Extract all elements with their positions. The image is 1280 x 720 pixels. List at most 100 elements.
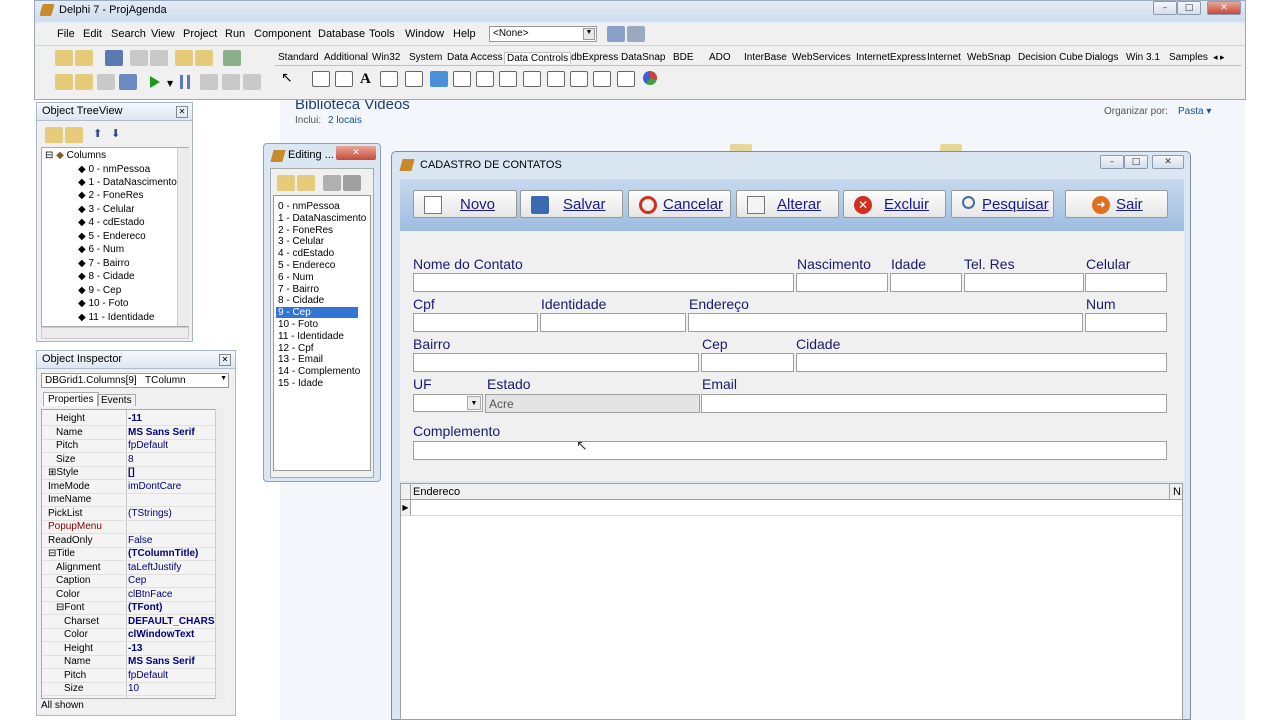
property-value[interactable]: (TColumnTitle) [128,548,220,559]
uf-combobox[interactable]: ▼ [413,394,483,412]
property-value[interactable]: clWindowText [128,629,220,640]
property-row[interactable]: PopupMenu [42,521,218,534]
list-item[interactable]: 11 - Identidade [276,331,358,342]
new-icon[interactable] [55,50,73,66]
property-value[interactable]: (TFont) [128,602,220,613]
palette-tab[interactable]: WebSnap [967,52,1011,63]
tree-item[interactable]: ◆ 5 - Endereco [78,231,146,242]
tree-item[interactable]: ◆ 8 - Cidade [78,271,135,282]
bairro-field[interactable] [413,353,699,372]
tree-root[interactable]: ⊟ ◆ Columns [45,150,106,161]
list-item[interactable]: 6 - Num [276,272,358,283]
palette-tab[interactable]: System [409,52,442,63]
save-all-icon[interactable] [130,50,148,66]
property-row[interactable]: Charset DEFAULT_CHARS [42,616,218,629]
menu-help[interactable]: Help [453,28,476,40]
property-row[interactable]: Height -11 [42,413,218,426]
list-item[interactable]: 0 - nmPessoa [276,201,358,212]
chevron-down-icon[interactable]: ▼ [467,396,481,410]
tree-item[interactable]: ◆ 4 - cdEstado [78,217,145,228]
menu-tools[interactable]: Tools [369,28,395,40]
palette-tab[interactable]: Additional [324,52,368,63]
property-value[interactable]: False [128,535,220,546]
property-row[interactable]: ⊞Style [] [42,467,218,480]
telres-field[interactable] [964,273,1084,292]
palette-tab[interactable]: Dialogs [1085,52,1118,63]
desktop-combo[interactable]: <None> ▼ [489,26,597,42]
list-item[interactable]: 12 - Cpf [276,343,358,354]
property-value[interactable]: Cep [128,575,220,586]
trace-into-icon[interactable] [200,74,218,90]
property-row[interactable]: Pitch fpDefault [42,670,218,683]
palette-tab[interactable]: InternetExpress [856,52,926,63]
close-icon[interactable]: ✕ [219,354,231,366]
dbcombobox-icon[interactable] [476,71,494,87]
close-button[interactable]: ✕ [1152,155,1184,169]
property-row[interactable]: ImeName [42,494,218,507]
tree-item[interactable]: ◆ 1 - DataNascimento [78,177,177,188]
chevron-down-icon[interactable]: ▼ [220,375,227,382]
dbtext-icon[interactable]: A [360,71,371,88]
grid-column-header[interactable]: N [1173,486,1181,498]
property-row[interactable]: Alignment taLeftJustify [42,562,218,575]
palette-tab[interactable]: Samples [1169,52,1208,63]
palette-tab[interactable]: Data Access [447,52,503,63]
palette-tab[interactable]: Decision Cube [1018,52,1083,63]
property-value[interactable]: -13 [128,643,220,654]
palette-tab-active[interactable]: Data Controls [504,52,572,64]
property-value[interactable]: [] [128,467,220,478]
menu-window[interactable]: Window [405,28,444,40]
set-debug-desktop-icon[interactable] [627,26,645,42]
nome-field[interactable] [413,273,794,292]
novo-button[interactable]: Novo [413,190,517,218]
list-item[interactable]: 14 - Complemento [276,366,360,377]
tree-item[interactable]: ◆ 0 - nmPessoa [78,164,150,175]
dbctrlgrid-icon[interactable] [617,71,635,87]
palette-tab[interactable]: dbExpress [571,52,618,63]
menu-search[interactable]: Search [111,28,146,40]
property-value[interactable]: -11 [128,413,220,424]
list-item[interactable]: 4 - cdEstado [276,248,358,259]
property-value[interactable]: (TStrings) [128,508,220,519]
tree-item[interactable]: ◆ 10 - Foto [78,298,129,309]
palette-scroll-arrows[interactable]: ◂ ▸ [1213,52,1225,63]
delete-item-icon[interactable] [65,127,83,143]
list-item[interactable]: 3 - Celular [276,236,358,247]
tree-item[interactable]: ◆ 11 - Identidade [78,312,154,323]
cancelar-button[interactable]: Cancelar [628,190,731,218]
property-row[interactable]: Height -13 [42,643,218,656]
treeview-scrollbar[interactable] [177,148,189,326]
nascimento-field[interactable] [796,273,888,292]
list-item[interactable]: 5 - Endereco [276,260,358,271]
tree-item[interactable]: ◆ 3 - Celular [78,204,135,215]
contacts-grid[interactable]: Endereco N ▶ [400,483,1183,720]
property-value[interactable]: taLeftJustify [128,562,220,573]
palette-tab[interactable]: Standard [278,52,319,63]
view-form-icon[interactable] [75,74,93,90]
menu-component[interactable]: Component [254,28,311,40]
list-item[interactable]: 15 - Idade [276,378,358,389]
menu-run[interactable]: Run [225,28,245,40]
pointer-icon[interactable]: ↖ [281,70,293,86]
toggle-form-unit-icon[interactable] [97,74,115,90]
property-value[interactable]: MS Sans Serif [128,656,220,667]
palette-tab[interactable]: InterBase [744,52,787,63]
grid-column-header[interactable]: Endereco [413,486,460,498]
property-value[interactable]: fpDefault [128,670,220,681]
tree-item[interactable]: ◆ 9 - Cep [78,285,121,296]
add-all-fields-icon[interactable] [323,175,341,191]
palette-tab[interactable]: Internet [927,52,961,63]
dbgrid-icon[interactable] [312,71,330,87]
menu-database[interactable]: Database [318,28,365,40]
identidade-field[interactable] [540,313,686,332]
table-row[interactable]: ▶ [401,500,1182,516]
property-row[interactable]: ReadOnly False [42,535,218,548]
open-icon[interactable] [75,50,93,66]
treeview-hscrollbar[interactable] [41,327,189,339]
dbnavigator-icon[interactable] [335,71,353,87]
chevron-down-icon[interactable]: ▼ [583,28,595,40]
property-row[interactable]: ⊟Title (TColumnTitle) [42,548,218,561]
tab-events[interactable]: Events [97,394,136,406]
property-value[interactable]: 8 [128,454,220,465]
reset-icon[interactable] [243,74,261,90]
